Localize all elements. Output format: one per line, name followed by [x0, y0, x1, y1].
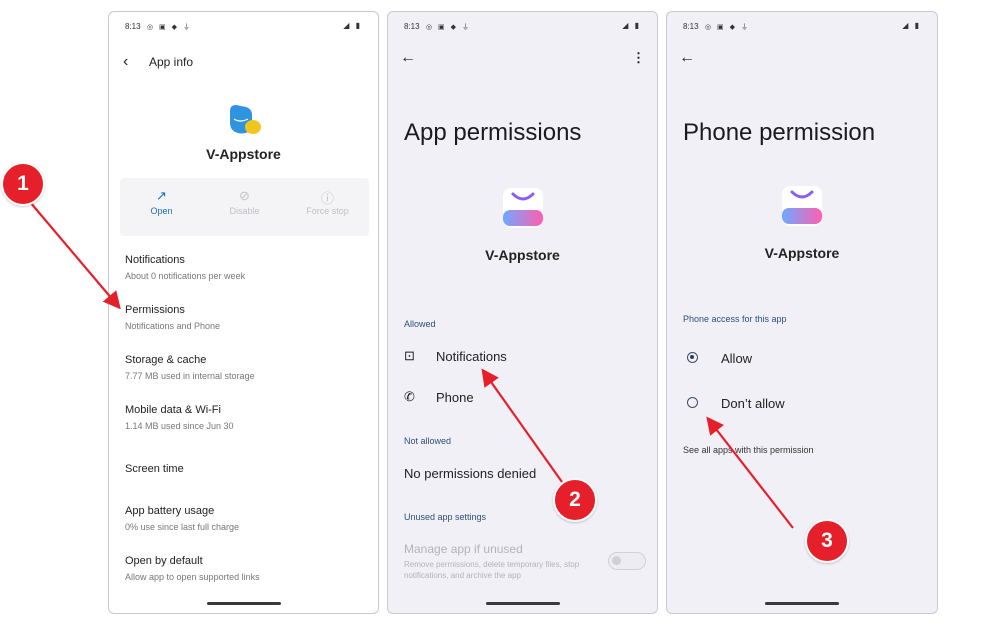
arrow-to-permissions: [29, 201, 121, 310]
step-badge-1: 1: [1, 162, 45, 206]
step-badge-3: 3: [805, 519, 849, 563]
arrow-to-dont-allow: [706, 416, 794, 529]
annotation-arrows: [29, 201, 794, 529]
arrow-to-notifications: [481, 368, 563, 483]
step-badge-2: 2: [553, 478, 597, 522]
